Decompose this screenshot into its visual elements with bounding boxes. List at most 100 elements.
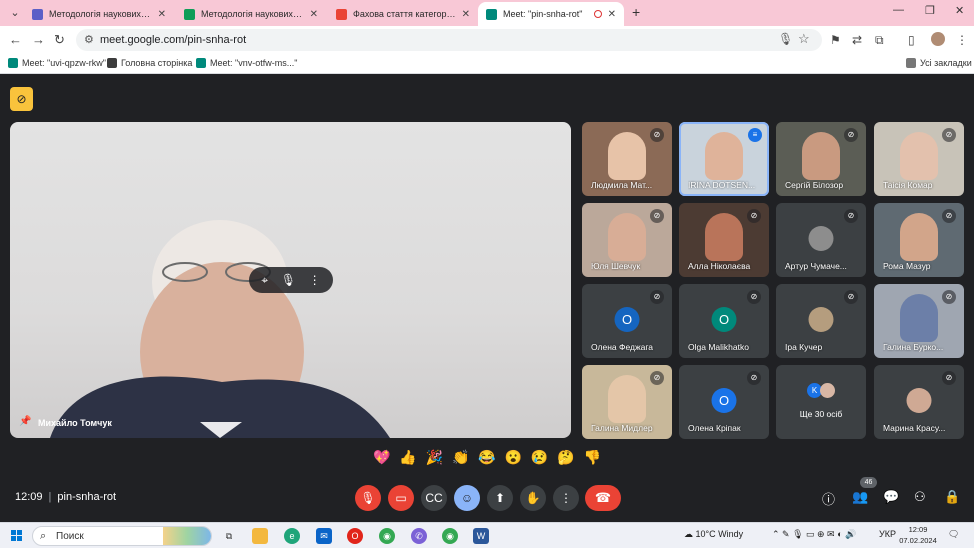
host-controls-icon[interactable]: 🔒: [944, 489, 960, 505]
reaction-emoji-button[interactable]: 👍: [399, 449, 416, 471]
tray-icons[interactable]: ⌃ ✎ 🎙 ▭ ⊕ ✉ ◐ 🔊: [772, 529, 856, 540]
tab-search-chevron-icon[interactable]: ⌄: [6, 4, 24, 22]
mic-off-button[interactable]: 🎙: [355, 485, 381, 511]
participant-tile[interactable]: ⊘ Юля Шевчук: [582, 203, 672, 277]
meet-bookmark-icon: [8, 58, 18, 68]
people-icon[interactable]: 👥: [852, 489, 868, 505]
browser-tab-2[interactable]: Методологія наукових досліджень ✕: [176, 2, 326, 26]
camera-off-button[interactable]: ▭: [388, 485, 414, 511]
bookmark-item[interactable]: Meet: "vnv-otfw-ms...": [196, 58, 297, 68]
captions-button[interactable]: CC: [421, 485, 447, 511]
taskbar-clock[interactable]: 12:09 07.02.2024: [898, 524, 938, 546]
participant-letter-avatar: O: [711, 388, 737, 413]
participant-name: Сергій Білозор: [785, 180, 844, 190]
bookmark-star-icon[interactable]: ☆: [798, 31, 810, 47]
participant-tile[interactable]: ⊘ Алла Ніколаєва: [679, 203, 769, 277]
close-tab-icon[interactable]: ✕: [158, 9, 166, 20]
address-bar[interactable]: ⚙ meet.google.com/pin-snha-rot 🎙 ☆: [76, 29, 822, 51]
reaction-emoji-button[interactable]: 😢: [531, 449, 548, 471]
meeting-info-icon[interactable]: ⓘ: [822, 489, 835, 508]
reaction-emoji-button[interactable]: 🤔: [557, 449, 574, 471]
reaction-emoji-button[interactable]: 😮: [505, 449, 522, 471]
all-bookmarks[interactable]: Усі закладки: [906, 58, 972, 68]
bookmark-item[interactable]: Meet: "uvi-qpzw-rkw": [8, 58, 106, 68]
participant-tile[interactable]: ⊘ Іра Кучер: [776, 284, 866, 358]
mic-permission-icon[interactable]: 🎙: [778, 32, 793, 46]
extensions-puzzle-icon[interactable]: ⧉: [875, 33, 884, 48]
participant-tile[interactable]: ⊘ Людмила Мат...: [582, 122, 672, 196]
bookmark-item[interactable]: Головна сторінка: [107, 58, 192, 68]
leave-call-button[interactable]: ☎: [585, 485, 621, 511]
participant-tile[interactable]: ⊘ Артур Чумаче...: [776, 203, 866, 277]
more-participants-tile[interactable]: K Ще 30 осіб: [776, 365, 866, 439]
more-options-icon[interactable]: ⋮: [309, 273, 321, 287]
close-tab-icon[interactable]: ✕: [462, 9, 470, 20]
reactions-button[interactable]: ☺: [454, 485, 480, 511]
browser-tab-3[interactable]: Фахова стаття категорії Б (спец... ✕: [328, 2, 478, 26]
edge-icon[interactable]: e: [284, 528, 300, 544]
reaction-emoji-button[interactable]: 😂: [478, 449, 495, 471]
language-indicator[interactable]: УКР: [879, 529, 896, 539]
close-tab-icon[interactable]: ✕: [310, 9, 318, 20]
hand-icon: ✋: [525, 491, 541, 505]
mute-participant-icon[interactable]: 🎙: [281, 273, 296, 287]
participant-tile[interactable]: O ⊘ Olga Malikhatko: [679, 284, 769, 358]
participant-tile[interactable]: ≡ IRINA DOTSEN...: [679, 122, 769, 196]
activities-icon[interactable]: ⚇: [914, 489, 926, 505]
main-speaker-tile[interactable]: ⌖ 🎙 ⋮ 📌 Михайло Томчук: [10, 122, 571, 438]
participant-video: [900, 294, 938, 342]
participant-avatar: [906, 388, 932, 413]
participant-name: Людмила Мат...: [591, 180, 653, 190]
menu-kebab-icon[interactable]: ⋮: [956, 33, 968, 47]
restore-icon[interactable]: ❐: [925, 4, 935, 17]
back-arrow-icon[interactable]: ←: [9, 32, 22, 47]
reaction-emoji-button[interactable]: 🎉: [426, 449, 443, 471]
reaction-emoji-button[interactable]: 💖: [373, 449, 390, 471]
extension-icon[interactable]: ⚑: [830, 33, 841, 47]
windows-start-icon[interactable]: [11, 530, 22, 541]
word-icon[interactable]: W: [473, 528, 489, 544]
opera-icon[interactable]: O: [347, 528, 363, 544]
participant-tile[interactable]: O ⊘ Олена Феджага: [582, 284, 672, 358]
close-window-icon[interactable]: ✕: [955, 4, 964, 17]
browser-tab-4-active[interactable]: Meet: "pin-snha-rot" ✕: [478, 2, 624, 26]
minimize-icon[interactable]: —: [893, 4, 904, 16]
close-tab-icon[interactable]: ✕: [608, 9, 616, 20]
present-screen-button[interactable]: ⬆: [487, 485, 513, 511]
reaction-emoji-button[interactable]: 👏: [452, 449, 469, 471]
chrome-active-icon[interactable]: ◉: [442, 528, 458, 544]
mail-icon[interactable]: ✉: [316, 528, 332, 544]
notifications-icon[interactable]: 🗨: [948, 529, 959, 540]
participant-tile[interactable]: ⊘ Сергій Білозор: [776, 122, 866, 196]
reload-icon[interactable]: ↻: [54, 32, 65, 48]
participant-video: [900, 213, 938, 261]
participant-tile[interactable]: O ⊘ Олена Кріпак: [679, 365, 769, 439]
new-tab-icon[interactable]: +: [632, 4, 640, 20]
participant-tile[interactable]: ⊘ Галина Мидлер: [582, 365, 672, 439]
browser-tab-1[interactable]: Методологія наукових досліджень ✕: [24, 2, 174, 26]
weather-widget[interactable]: ☁ 10°C Windy: [684, 529, 743, 540]
participant-tile[interactable]: ⊘ Таісія Комар: [874, 122, 964, 196]
camera-off-badge-icon[interactable]: ⊘: [10, 87, 33, 111]
chat-icon[interactable]: 💬: [883, 489, 899, 505]
taskbar-search[interactable]: ⌕ Поиск: [32, 526, 212, 546]
participant-tile[interactable]: ⊘ Галина Бурко...: [874, 284, 964, 358]
participant-tile[interactable]: ⊘ Марина Красу...: [874, 365, 964, 439]
bookmark-label: Meet: "vnv-otfw-ms...": [210, 58, 298, 68]
tab-title: Meet: "pin-snha-rot": [503, 9, 583, 19]
translate-extension-icon[interactable]: ⇄: [852, 33, 862, 47]
participant-name: Галина Бурко...: [883, 342, 944, 352]
side-panel-icon[interactable]: ▯: [908, 33, 915, 47]
reaction-emoji-button[interactable]: 👎: [584, 449, 601, 471]
file-explorer-icon[interactable]: [252, 528, 268, 544]
forward-arrow-icon[interactable]: →: [32, 32, 45, 47]
raise-hand-button[interactable]: ✋: [520, 485, 546, 511]
viber-icon[interactable]: ✆: [411, 528, 427, 544]
unpin-icon[interactable]: ⌖: [261, 273, 268, 288]
participant-tile[interactable]: ⊘ Рома Мазур: [874, 203, 964, 277]
more-options-button[interactable]: ⋮: [553, 485, 579, 511]
chrome-icon[interactable]: ◉: [379, 528, 395, 544]
site-info-icon[interactable]: ⚙: [84, 33, 94, 46]
profile-avatar[interactable]: [931, 32, 945, 46]
task-view-icon[interactable]: ⧉: [221, 528, 237, 544]
